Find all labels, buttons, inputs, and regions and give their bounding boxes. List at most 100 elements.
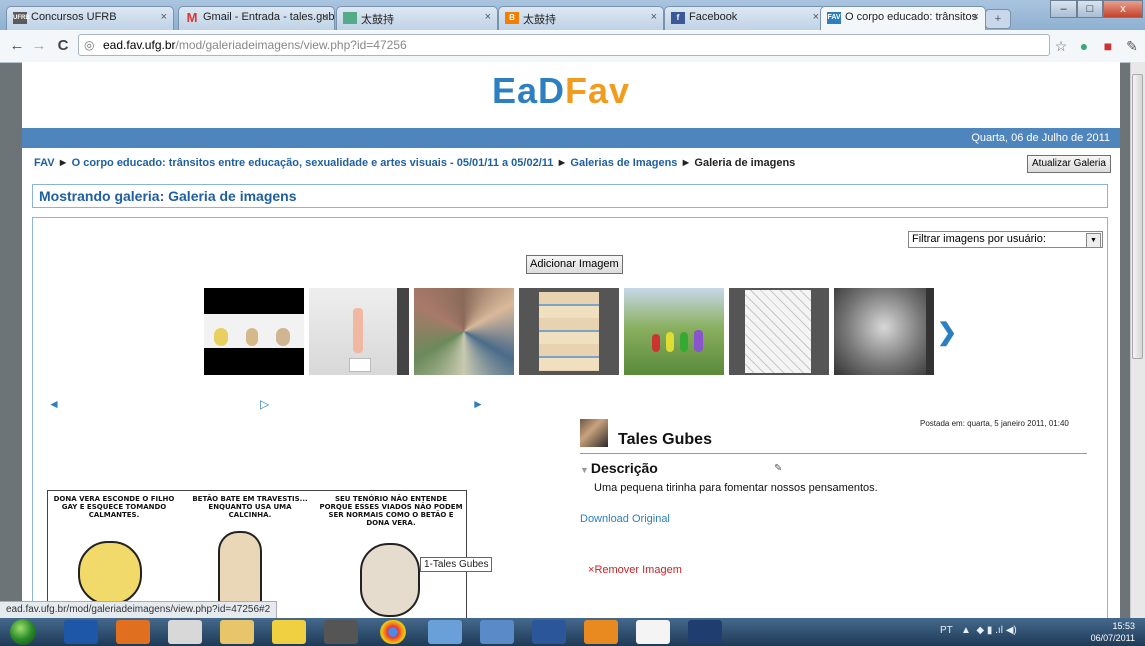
back-icon[interactable]: ← (6, 35, 28, 57)
comic-panel-2-text: BETÃO BATE EM TRAVESTIS... ENQUANTO USA … (192, 495, 308, 519)
taskbar-app-photoshop[interactable] (688, 620, 722, 644)
update-gallery-button[interactable]: Atualizar Galeria (1027, 155, 1111, 173)
next-image-icon[interactable]: ► (472, 397, 484, 411)
taskbar-app-acrobat[interactable] (636, 620, 670, 644)
header-band (22, 128, 1120, 148)
minimize-button[interactable]: – (1050, 0, 1077, 18)
thumbnail-sketch-page[interactable] (729, 288, 829, 375)
previous-image-icon[interactable]: ◄ (48, 397, 60, 411)
taskbar-app-player[interactable] (584, 620, 618, 644)
clock-time: 15:53 (1112, 621, 1135, 631)
close-window-button[interactable]: x (1103, 0, 1143, 18)
page-info-icon[interactable]: ◎ (84, 38, 94, 52)
close-icon[interactable]: × (161, 11, 167, 23)
thumbnail-comic-page[interactable] (519, 288, 619, 375)
system-tray[interactable]: PT ▲ ◆ ▮ .ıl ◀) (940, 625, 1017, 636)
wrench-icon[interactable]: ✎ (1122, 36, 1142, 56)
chevron-down-icon: ▼ (1086, 233, 1101, 248)
close-icon[interactable]: × (813, 11, 819, 23)
taskbar-app-cald3[interactable] (64, 620, 98, 644)
tab-concursos-ufrb[interactable]: UFRB Concursos UFRB × (6, 6, 174, 30)
close-icon[interactable]: × (322, 11, 328, 23)
new-tab-button[interactable]: + (985, 9, 1011, 29)
thumbnail-photo-collage[interactable] (414, 288, 514, 375)
taskbar-app-word[interactable] (532, 620, 566, 644)
browser-toolbar: ← → C ead.fav.ufg.br/mod/galeriadeimagen… (0, 30, 1145, 63)
comic-character-tenorio (360, 543, 420, 617)
clock-date: 06/07/2011 (1090, 633, 1135, 643)
taskbar-app-a[interactable] (168, 620, 202, 644)
star-icon[interactable]: ☆ (1051, 36, 1071, 56)
taskbar-app-paint[interactable] (480, 620, 514, 644)
user-filter-select[interactable]: Filtrar imagens por usuário: ▼ (908, 231, 1103, 248)
taskbar-app-alien[interactable] (324, 620, 358, 644)
image-tooltip: 1-Tales Gubes (420, 557, 493, 572)
comic-character-vera (78, 541, 142, 605)
thumbnail-teletubbies[interactable] (624, 288, 724, 375)
tab-gmail[interactable]: M Gmail - Entrada - tales.gub × (178, 6, 335, 30)
page-title: Mostrando galeria: Galeria de imagens (39, 188, 297, 204)
comic-image[interactable]: DONA VERA ESCONDE O FILHO GAY E ESQUECE … (47, 490, 467, 618)
tab-corpo-educado[interactable]: FAV O corpo educado: trânsitos × (820, 6, 986, 31)
thumbnail-drawing[interactable] (834, 288, 934, 375)
tab-title: 太鼓持 (361, 14, 394, 26)
comic-panel-3-text: SEU TENÓRIO NÃO ENTENDE PORQUE ESSES VIA… (319, 495, 463, 527)
scrollbar-thumb[interactable] (1132, 74, 1143, 359)
tab-taikomochi-2[interactable]: B 太鼓持 × (498, 6, 664, 30)
thumbnail-comic-strip[interactable] (204, 288, 304, 375)
taskbar-app-explorer[interactable] (220, 620, 254, 644)
reload-icon[interactable]: C (52, 35, 74, 57)
tab-title: Facebook (689, 11, 738, 23)
gmail-icon: M (186, 10, 198, 25)
tab-taikomochi-1[interactable]: 太鼓持 × (336, 6, 498, 30)
thumbnail-sculpture[interactable] (309, 288, 409, 375)
blogger-icon: B (505, 12, 519, 24)
carousel-next-icon[interactable]: ❯ (937, 318, 957, 347)
taskbar-app-notes[interactable] (272, 620, 306, 644)
breadcrumb-current: Galeria de imagens (694, 157, 796, 169)
address-bar[interactable]: ead.fav.ufg.br/mod/galeriadeimagens/view… (78, 34, 1050, 56)
extension-icon[interactable]: ● (1074, 36, 1094, 56)
site-logo[interactable]: EaDFav (492, 70, 630, 112)
breadcrumb-separator: ► (556, 157, 568, 169)
taskbar-app-h[interactable] (116, 620, 150, 644)
author-name[interactable]: Tales Gubes (618, 431, 712, 449)
maximize-button[interactable]: □ (1077, 0, 1103, 18)
edit-pencil-icon[interactable]: ✎ (774, 463, 782, 474)
close-icon[interactable]: × (651, 11, 657, 23)
tab-facebook[interactable]: f Facebook × (664, 6, 826, 30)
tab-title: Concursos UFRB (31, 11, 117, 23)
breadcrumb: FAV ► O corpo educado: trânsitos entre e… (34, 157, 795, 169)
avatar (580, 419, 608, 447)
divider (580, 453, 1087, 454)
posted-date: Postada em: quarta, 5 janeiro 2011, 01:4… (920, 419, 1069, 428)
breadcrumb-galleries[interactable]: Galerias de Imagens (570, 157, 677, 169)
close-icon[interactable]: × (485, 11, 491, 23)
filter-select-value: Filtrar imagens por usuário: (912, 233, 1046, 245)
breadcrumb-separator: ► (680, 157, 692, 169)
download-original-link[interactable]: Download Original (580, 513, 670, 525)
forward-icon[interactable]: → (28, 35, 50, 57)
language-indicator[interactable]: PT (940, 625, 953, 636)
play-slideshow-icon[interactable]: ▷ (260, 397, 269, 411)
taskbar-app-messenger[interactable] (428, 620, 462, 644)
heading-box: Mostrando galeria: Galeria de imagens (32, 184, 1108, 208)
add-image-button[interactable]: Adicionar Imagem (526, 255, 623, 274)
start-button[interactable] (10, 619, 36, 645)
breadcrumb-course[interactable]: O corpo educado: trânsitos entre educaçã… (72, 157, 554, 169)
taskbar-app-chrome[interactable] (380, 620, 406, 644)
tab-strip: UFRB Concursos UFRB × M Gmail - Entrada … (0, 0, 1145, 31)
breadcrumb-fav[interactable]: FAV (34, 157, 55, 169)
tab-title: Gmail - Entrada - tales.gub (203, 11, 335, 23)
comic-panel-1-text: DONA VERA ESCONDE O FILHO GAY E ESQUECE … (53, 495, 175, 519)
description-toggle[interactable]: ▼ Descrição (580, 460, 658, 476)
tab-title: O corpo educado: trânsitos (845, 11, 978, 23)
remove-label: Remover Imagem (594, 564, 682, 576)
clock[interactable]: 15:53 06/07/2011 (1073, 620, 1135, 644)
remove-image-link[interactable]: ×Remover Imagem (588, 564, 682, 576)
rss-extension-icon[interactable]: ■ (1098, 36, 1118, 56)
close-icon[interactable]: × (973, 11, 979, 23)
tab-title: 太鼓持 (523, 14, 556, 26)
collapse-icon: ▼ (580, 465, 589, 475)
image-icon (343, 12, 357, 24)
